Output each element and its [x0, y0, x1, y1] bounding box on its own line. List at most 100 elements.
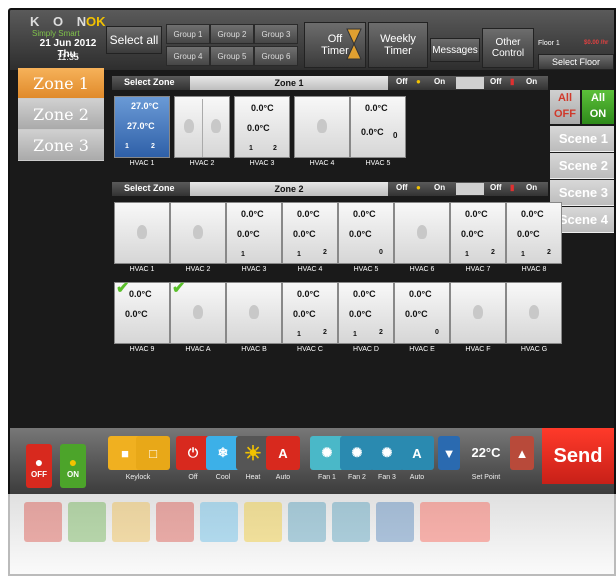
fan-3-icon[interactable]: ✺ — [370, 436, 404, 470]
light-on-button[interactable]: ● ON — [60, 444, 86, 488]
reflection-tile — [112, 502, 150, 542]
bulb-icon: ● — [416, 183, 421, 192]
fan-auto-icon[interactable]: A — [400, 436, 434, 470]
hvac-tile[interactable]: 0.0°C 0.0°C 1 2 — [338, 282, 394, 344]
scene-1-button[interactable]: Scene 1 — [550, 126, 614, 152]
light-tile[interactable] — [294, 96, 350, 158]
light-on-label[interactable]: On — [434, 77, 445, 86]
light-toggle[interactable] — [456, 183, 484, 195]
all-on-line1: All — [590, 92, 606, 104]
fan-2-icon[interactable]: ✺ — [340, 436, 374, 470]
check-icon: ✔ — [116, 280, 130, 297]
weekly-timer-line2: Timer — [384, 45, 412, 57]
messages-button[interactable]: Messages — [430, 38, 480, 62]
light-toggle[interactable] — [456, 77, 484, 89]
off-timer-line1: Off — [327, 33, 343, 45]
select-zone-label: Select Zone — [124, 183, 175, 193]
set-temp: 0.0°C — [293, 309, 316, 319]
fan-speed: 1 — [353, 331, 357, 338]
set-level: 2 — [151, 143, 155, 150]
hvac-tile[interactable]: 0.0°C 0.0°C 0 — [350, 96, 406, 158]
send-button[interactable]: Send — [542, 428, 614, 484]
scene-2-button[interactable]: Scene 2 — [550, 153, 614, 179]
select-floor-button[interactable]: Select Floor — [538, 54, 614, 70]
room-temp: 0.0°C — [353, 289, 376, 299]
set-temp: 0.0°C — [349, 229, 372, 239]
snowflake-icon[interactable]: ❄ — [206, 436, 240, 470]
room-temp: 0.0°C — [297, 289, 320, 299]
power-icon[interactable]: ⏻ — [176, 436, 210, 470]
bulb-icon: ● — [416, 77, 421, 86]
logo: K O N OK Simply Smart 21 Jun 2012 Thu, 1… — [14, 12, 106, 70]
reflection-tile — [332, 502, 370, 542]
group-4-button[interactable]: Group 4 — [166, 46, 210, 66]
light-tile[interactable] — [506, 282, 562, 344]
light-on-label[interactable]: On — [434, 183, 445, 192]
hvac-tile[interactable]: 0.0°C 0.0°C 0 — [394, 282, 450, 344]
all-off-button[interactable]: All OFF — [550, 90, 580, 124]
light-off-label[interactable]: Off — [396, 77, 408, 86]
weekly-timer-button[interactable]: Weekly Timer — [368, 22, 428, 68]
hvac-label: HVAC 1 — [129, 266, 155, 273]
hvac-label: HVAC 2 — [189, 160, 215, 167]
hvac-tile[interactable]: 27.0°C 27.0°C 1 2 — [114, 96, 170, 158]
set-temp: 0.0°C — [237, 229, 260, 239]
room-temp: 0.0°C — [241, 209, 264, 219]
room-temp: 0.0°C — [129, 289, 152, 299]
hvac-tile[interactable]: 0.0°C 0.0°C 1 2 — [234, 96, 290, 158]
set-temp: 0.0°C — [405, 309, 428, 319]
all-off-line1: All — [557, 92, 573, 104]
zone-2-button[interactable]: Zone 2 — [18, 99, 104, 130]
ac-off-label[interactable]: Off — [490, 77, 502, 86]
unlock-icon[interactable]: □ — [136, 436, 170, 470]
top-bar: K O N OK Simply Smart 21 Jun 2012 Thu, 1… — [10, 10, 614, 70]
set-temp: 27.0°C — [127, 121, 155, 131]
all-on-line2: ON — [589, 108, 607, 120]
hvac-tile[interactable]: 0.0°C 0.0°C 1 2 — [450, 202, 506, 264]
light-off-label[interactable]: Off — [396, 183, 408, 192]
bulb-icon — [184, 119, 194, 133]
set-temp: 0.0°C — [361, 127, 384, 137]
arrow-down-icon[interactable]: ▼ — [438, 436, 460, 470]
light-tile[interactable] — [114, 202, 170, 264]
zone-1-header: Select Zone Zone 1 Off ● On Off ▮ On — [112, 76, 548, 90]
all-on-button[interactable]: All ON — [582, 90, 614, 124]
group-2-button[interactable]: Group 2 — [210, 24, 254, 44]
zone-1-button[interactable]: Zone 1 — [18, 68, 104, 99]
hvac-tile[interactable]: 0.0°C 0.0°C 1 2 — [282, 202, 338, 264]
group-5-button[interactable]: Group 5 — [210, 46, 254, 66]
hvac-tile[interactable]: 0.0°C 0.0°C 1 2 — [506, 202, 562, 264]
ac-on-label[interactable]: On — [526, 183, 537, 192]
zone-name: Zone 1 — [190, 76, 388, 90]
reflection-tile — [156, 502, 194, 542]
light-tile[interactable] — [394, 202, 450, 264]
fan-1-icon[interactable]: ✺ — [310, 436, 344, 470]
light-off-button[interactable]: ● OFF — [26, 444, 52, 488]
group-6-button[interactable]: Group 6 — [254, 46, 298, 66]
other-control-button[interactable]: Other Control — [482, 28, 534, 68]
set-temp: 0.0°C — [461, 229, 484, 239]
fan-speed: 1 — [125, 143, 129, 150]
auto-mode-icon[interactable]: A — [266, 436, 300, 470]
group-1-button[interactable]: Group 1 — [166, 24, 210, 44]
hvac-label: HVAC D — [353, 346, 379, 353]
zone-2-header: Select Zone Zone 2 Off ● On Off ▮ On — [112, 182, 548, 196]
hvac-tile[interactable]: 0.0°C 0.0°C 0 — [338, 202, 394, 264]
sun-icon[interactable]: ☀ — [236, 436, 270, 470]
arrow-up-icon[interactable]: ▲ — [510, 436, 534, 470]
light-tile[interactable] — [450, 282, 506, 344]
light-tile[interactable] — [174, 96, 230, 158]
hvac-tile[interactable]: 0.0°C 0.0°C 1 2 — [282, 282, 338, 344]
select-all-button[interactable]: Select all — [106, 26, 162, 54]
ac-off-label[interactable]: Off — [490, 183, 502, 192]
set-level: 2 — [547, 249, 551, 256]
hvac-label: HVAC 3 — [249, 160, 275, 167]
hvac-tile[interactable]: 0.0°C 0.0°C 1 — [226, 202, 282, 264]
light-tile[interactable] — [226, 282, 282, 344]
hvac-label: HVAC 4 — [309, 160, 335, 167]
light-tile[interactable] — [170, 202, 226, 264]
check-icon: ✔ — [172, 280, 186, 297]
group-3-button[interactable]: Group 3 — [254, 24, 298, 44]
ac-on-label[interactable]: On — [526, 77, 537, 86]
zone-3-button[interactable]: Zone 3 — [18, 130, 104, 161]
